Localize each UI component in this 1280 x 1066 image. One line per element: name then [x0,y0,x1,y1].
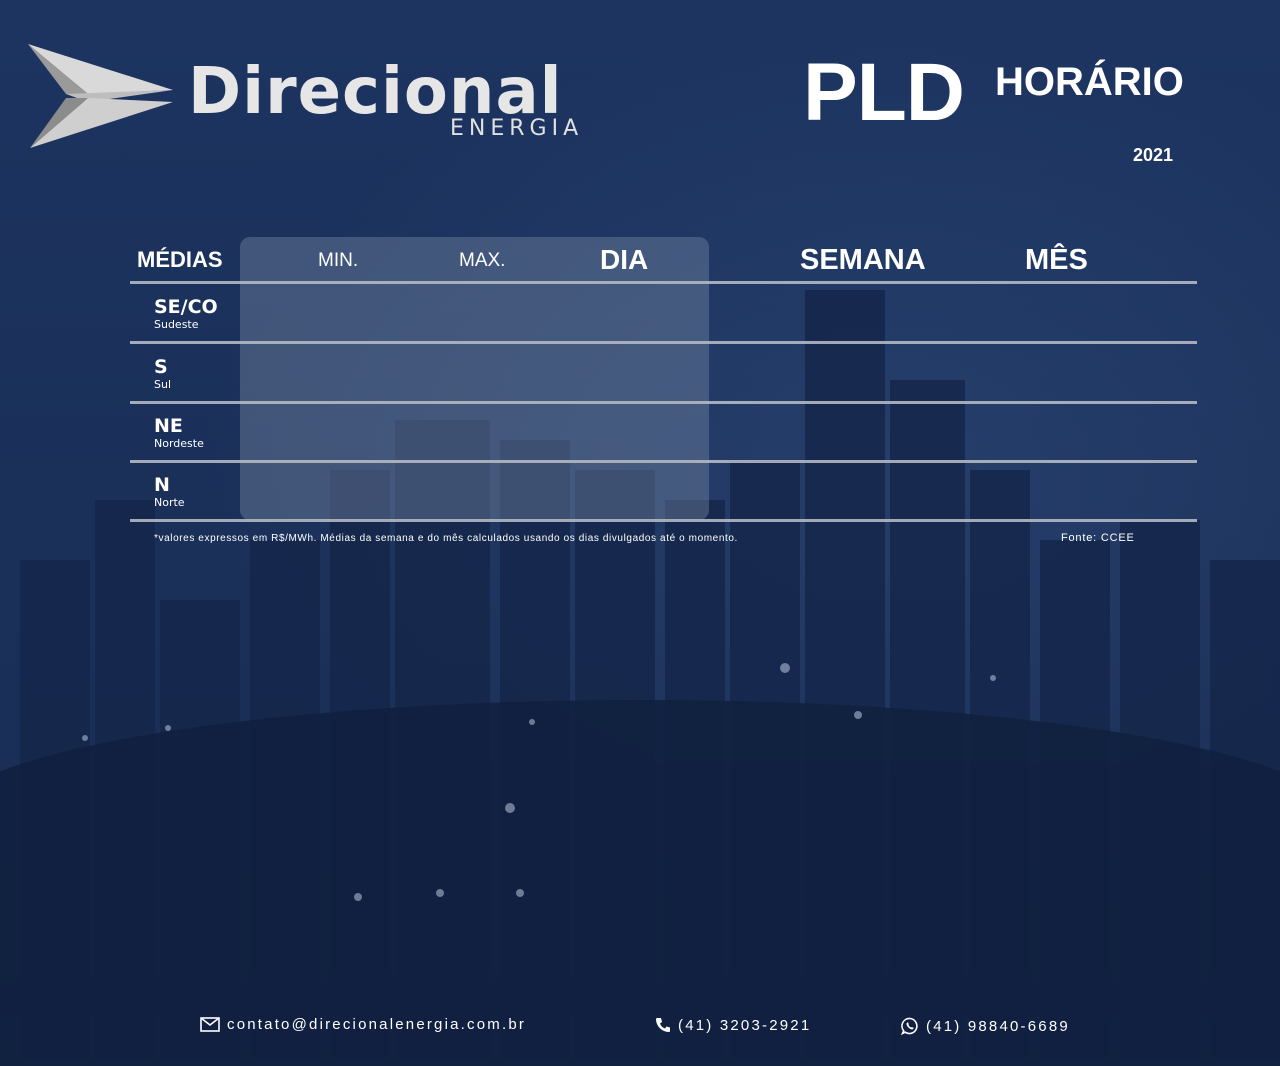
column-header-mes: MÊS [1025,244,1088,276]
column-header-medias: MÉDIAS [137,247,223,272]
table-divider [130,460,1197,463]
page-title-side: HORÁRIO [995,60,1184,104]
phone-icon [656,1018,670,1032]
column-header-min: MIN. [318,250,359,271]
contact-whatsapp[interactable]: (41) 98840-6689 [901,1017,1070,1035]
direcional-logo-arrow-icon [28,44,173,148]
region-code: SE/CO [154,296,218,318]
contact-phone[interactable]: (41) 3203-2921 [655,1017,811,1033]
page-title: PLD [803,47,965,138]
email-text: contato@direcionalenergia.com.br [227,1016,527,1033]
region-code: N [154,474,170,496]
region-name: Norte [154,496,185,509]
table-row-ne: NE Nordeste [154,415,204,450]
region-code: NE [154,415,183,437]
column-header-semana: SEMANA [800,244,926,276]
table-divider [130,281,1197,284]
brand-wordmark: Direcional [188,55,563,129]
whatsapp-text: (41) 98840-6689 [926,1017,1070,1035]
brand-subtitle: ENERGIA [450,116,584,141]
table-row-n: N Norte [154,474,185,509]
column-header-max: MAX. [459,250,506,271]
contact-email[interactable]: contato@direcionalenergia.com.br [200,1017,526,1032]
envelope-icon [200,1017,220,1032]
table-divider [130,341,1197,344]
year-label: 2021 [1133,145,1174,165]
column-header-dia: DIA [600,244,649,275]
region-name: Sudeste [154,318,199,331]
table-row-s: S Sul [154,356,172,391]
table-divider [130,519,1197,522]
region-code: S [154,356,168,378]
phone-text: (41) 3203-2921 [678,1016,812,1034]
table-row-seco: SE/CO Sudeste [154,296,218,331]
region-name: Sul [154,378,172,391]
region-name: Nordeste [154,437,204,450]
footnote: *valores expressos em R$/MWh. Médias da … [154,533,738,544]
whatsapp-icon [901,1017,918,1035]
source-label: Fonte: CCEE [1061,532,1135,544]
dia-highlight-panel [240,237,709,520]
table-divider [130,401,1197,404]
